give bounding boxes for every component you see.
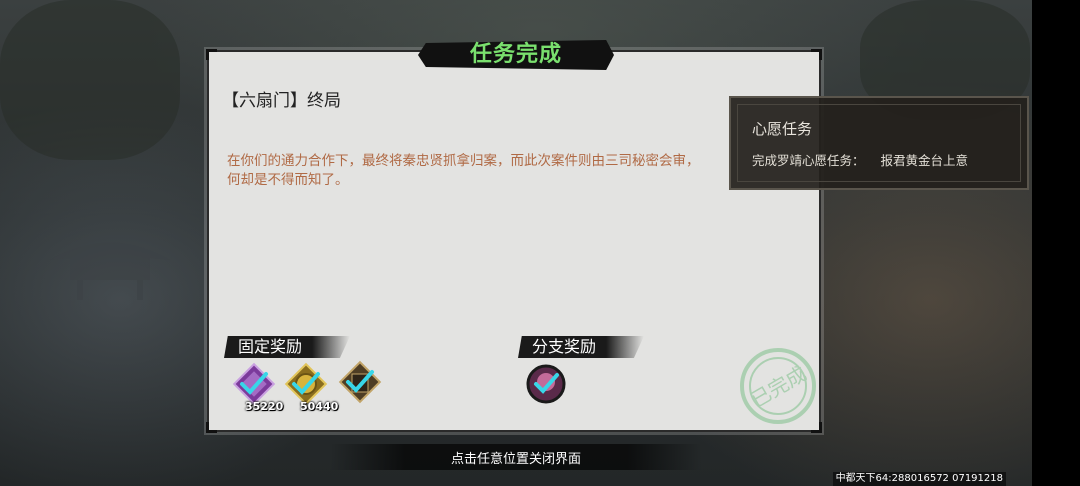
wish-panel-title: 心愿任务 xyxy=(752,120,813,138)
dialog-title: 任务完成 xyxy=(469,42,562,67)
server-info: 中都天下64:288016572 07191218 xyxy=(832,472,1006,486)
close-hint[interactable]: 点击任意位置关闭界面 xyxy=(0,448,1032,467)
wish-task-panel xyxy=(729,96,1029,190)
completed-stamp: 已完成 xyxy=(740,348,816,424)
reward-count: 35220 xyxy=(245,400,284,413)
wish-task-row: 完成罗靖心愿任务： 报君黄金台上意 xyxy=(752,150,968,169)
background-tree xyxy=(0,0,180,160)
reward-item-character-token[interactable] xyxy=(524,362,568,406)
wish-task-label: 完成罗靖心愿任务： xyxy=(752,153,865,168)
fixed-reward-label: 固定奖励 xyxy=(224,336,350,358)
screen-edge-bar xyxy=(1032,0,1080,486)
branch-reward-label: 分支奖励 xyxy=(518,336,644,358)
book-icon xyxy=(338,360,382,404)
reward-item-book[interactable] xyxy=(338,360,382,404)
background-pagoda xyxy=(50,242,170,300)
quest-name: 【六扇门】终局 xyxy=(222,91,341,111)
wish-task-value: 报君黄金台上意 xyxy=(880,153,969,168)
reward-count: 50440 xyxy=(300,400,339,413)
character-token-icon xyxy=(526,364,566,404)
quest-description: 在你们的通力合作下，最终将秦忠贤抓拿归案，而此次案件则由三司秘密会审， 何却是不… xyxy=(227,153,700,188)
